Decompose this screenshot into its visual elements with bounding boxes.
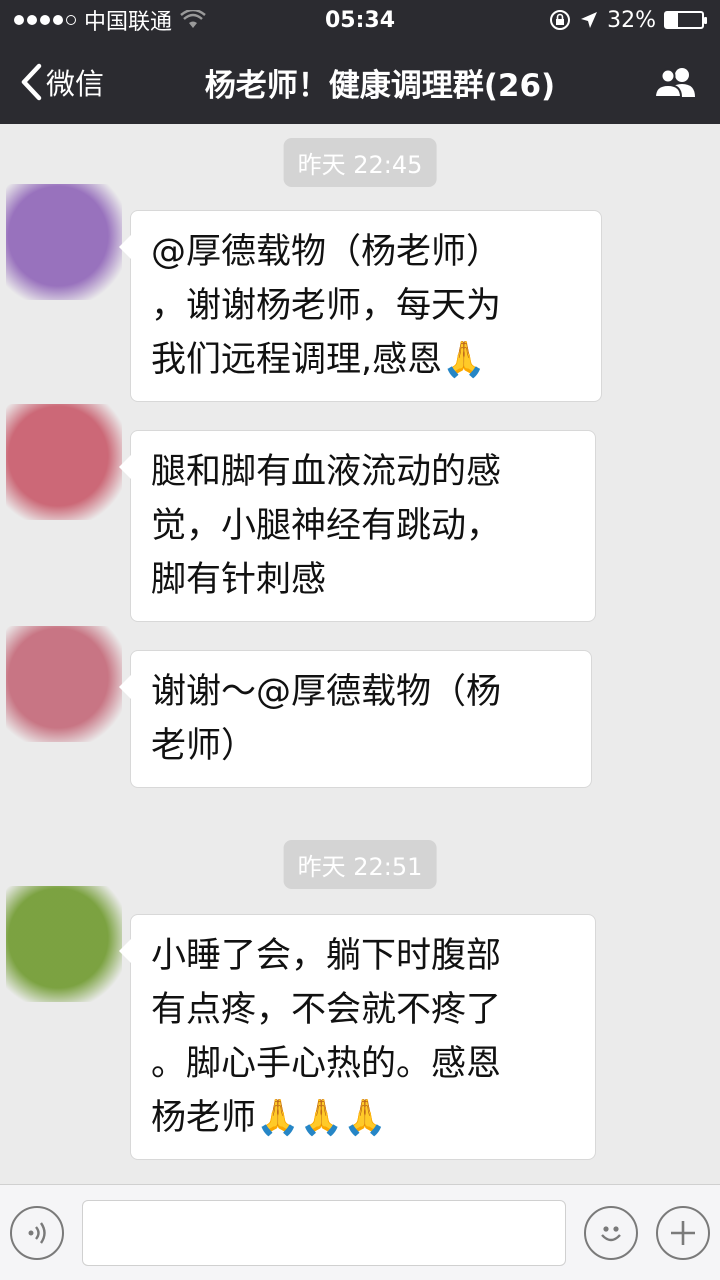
message-line: 觉，小腿神经有跳动， (151, 506, 502, 546)
status-bar: 中国联通 05:34 32% (0, 0, 720, 40)
message-bubble[interactable]: 腿和脚有血液流动的感 觉，小腿神经有跳动， 脚有针刺感 (119, 430, 596, 622)
battery-percent: 32% (607, 7, 656, 33)
voice-icon (28, 1221, 46, 1244)
avatar[interactable] (6, 404, 122, 520)
plus-icon (671, 1220, 695, 1245)
message-input[interactable] (82, 1199, 566, 1266)
message-line: 有点疼，不会就不疼了 (151, 990, 502, 1030)
timestamp-label: 昨天 22:51 (283, 840, 437, 889)
chat-title: 杨老师！健康调理群(26) (204, 67, 556, 104)
wifi-icon (180, 10, 206, 28)
input-actions (584, 1205, 710, 1260)
more-button[interactable] (656, 1205, 710, 1260)
timestamp-label: 昨天 22:45 (283, 138, 437, 187)
message-line: ，谢谢杨老师，每天为 (151, 286, 502, 326)
rotation-lock-icon (550, 10, 571, 30)
group-members-button[interactable] (620, 40, 720, 124)
message-line: 腿和脚有血液流动的感 (151, 452, 502, 492)
message-line: 老师） (151, 726, 257, 766)
status-left: 中国联通 (14, 4, 206, 36)
message-bubble[interactable]: 谢谢～@厚德载物（杨 老师） (119, 650, 592, 788)
avatar[interactable] (6, 886, 122, 1002)
message-line: @厚德载物（杨老师） (151, 232, 502, 272)
navigation-bar: 微信 杨老师！健康调理群(26) (0, 40, 720, 124)
message-line: 小睡了会，躺下时腹部 (151, 936, 502, 976)
emoji-icon (601, 1225, 621, 1241)
status-right: 32% (549, 7, 707, 33)
message-line: 杨老师🙏🙏🙏 (151, 1098, 387, 1138)
message-line: 我们远程调理,感恩🙏 (151, 340, 486, 380)
signal-strength-icon (14, 15, 76, 25)
message-bubble[interactable]: 小睡了会，躺下时腹部 有点疼，不会就不疼了 。脚心手心热的。感恩 杨老师🙏🙏🙏 (119, 914, 596, 1160)
message-line: 脚有针刺感 (151, 560, 327, 600)
carrier-label: 中国联通 (84, 10, 173, 35)
battery-icon (664, 11, 707, 29)
avatar[interactable] (6, 626, 122, 742)
voice-button[interactable] (10, 1205, 64, 1260)
back-label: 微信 (46, 67, 105, 101)
message-line: 。脚心手心热的。感恩 (151, 1044, 502, 1084)
message-bubble[interactable]: @厚德载物（杨老师） ，谢谢杨老师，每天为 我们远程调理,感恩🙏 (119, 210, 602, 402)
emoji-button[interactable] (584, 1205, 638, 1260)
location-arrow-icon (581, 12, 598, 28)
avatar[interactable] (6, 184, 122, 300)
back-button[interactable]: 微信 (0, 40, 140, 124)
message-line: 谢谢～@厚德载物（杨 (151, 672, 502, 712)
group-members-icon (653, 68, 695, 98)
chevron-left-icon (21, 63, 42, 101)
input-bar (0, 1184, 720, 1280)
chat-messages[interactable]: 昨天 22:45 @厚德载物（杨老师） ，谢谢杨老师，每天为 我们远程调理,感恩… (0, 124, 720, 1184)
